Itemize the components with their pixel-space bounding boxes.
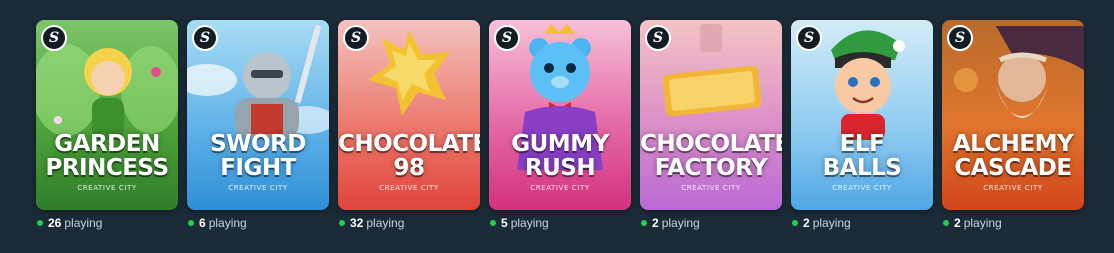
provider-logo-icon: S — [947, 25, 973, 51]
player-count-number: 2 — [954, 216, 961, 230]
player-count-label: playing — [208, 216, 247, 230]
game-card[interactable]: S GARDEN PRINCESS CREATIVE CITY — [36, 20, 178, 210]
player-count: 6 playing — [187, 216, 329, 230]
game-card[interactable]: S ALCHEMY CASCADE CREATIVE CITY — [942, 20, 1084, 210]
game-title: SWORD FIGHT — [210, 131, 306, 181]
player-count: 5 playing — [489, 216, 631, 230]
game-tile-sword-fight[interactable]: S SWORD FIGHT CREATIVE CITY 6 playing — [187, 20, 329, 230]
game-card[interactable]: S CHOCOLATE FACTORY CREATIVE CITY — [640, 20, 782, 210]
game-tile-garden-princess[interactable]: S GARDEN PRINCESS CREATIVE CITY 26 playi… — [36, 20, 178, 230]
provider-logo-icon: S — [494, 25, 520, 51]
player-count-label: playing — [661, 216, 700, 230]
provider-name: CREATIVE CITY — [530, 184, 590, 192]
player-count-number: 26 — [48, 216, 62, 230]
player-count: 26 playing — [36, 216, 178, 230]
game-card[interactable]: S CHOCOLATE 98 CREATIVE CITY — [338, 20, 480, 210]
provider-logo-icon: S — [343, 25, 369, 51]
provider-logo-icon: S — [192, 25, 218, 51]
provider-logo-icon: S — [645, 25, 671, 51]
provider-logo-icon: S — [41, 25, 67, 51]
player-count-number: 6 — [199, 216, 206, 230]
online-dot-icon — [188, 220, 194, 226]
player-count: 2 playing — [791, 216, 933, 230]
game-title: CHOCOLATE 98 — [338, 131, 480, 181]
online-dot-icon — [792, 220, 798, 226]
provider-name: CREATIVE CITY — [983, 184, 1043, 192]
provider-name: CREATIVE CITY — [228, 184, 288, 192]
game-card[interactable]: S GUMMY RUSH CREATIVE CITY — [489, 20, 631, 210]
game-title: ALCHEMY CASCADE — [952, 131, 1074, 181]
player-count-number: 5 — [501, 216, 508, 230]
player-count-label: playing — [963, 216, 1002, 230]
game-title: CHOCOLATE FACTORY — [640, 131, 782, 181]
online-dot-icon — [37, 220, 43, 226]
game-card[interactable]: S SWORD FIGHT CREATIVE CITY — [187, 20, 329, 210]
player-count: 2 playing — [942, 216, 1084, 230]
player-count-label: playing — [812, 216, 851, 230]
game-title: GARDEN PRINCESS — [45, 131, 169, 181]
provider-name: CREATIVE CITY — [681, 184, 741, 192]
player-count-label: playing — [510, 216, 549, 230]
player-count: 32 playing — [338, 216, 480, 230]
player-count-label: playing — [64, 216, 103, 230]
game-tile-chocolate-98[interactable]: S CHOCOLATE 98 CREATIVE CITY 32 playing — [338, 20, 480, 230]
provider-logo-icon: S — [796, 25, 822, 51]
game-row: S GARDEN PRINCESS CREATIVE CITY 26 playi… — [36, 20, 1084, 230]
game-tile-chocolate-factory[interactable]: S CHOCOLATE FACTORY CREATIVE CITY 2 play… — [640, 20, 782, 230]
online-dot-icon — [641, 220, 647, 226]
provider-name: CREATIVE CITY — [379, 184, 439, 192]
player-count: 2 playing — [640, 216, 782, 230]
online-dot-icon — [490, 220, 496, 226]
game-tile-alchemy-cascade[interactable]: S ALCHEMY CASCADE CREATIVE CITY 2 playin… — [942, 20, 1084, 230]
player-count-label: playing — [366, 216, 405, 230]
game-title: GUMMY RUSH — [511, 131, 609, 181]
game-card[interactable]: S ELF BALLS CREATIVE CITY — [791, 20, 933, 210]
online-dot-icon — [943, 220, 949, 226]
provider-name: CREATIVE CITY — [832, 184, 892, 192]
player-count-number: 32 — [350, 216, 364, 230]
player-count-number: 2 — [652, 216, 659, 230]
online-dot-icon — [339, 220, 345, 226]
game-tile-elf-balls[interactable]: S ELF BALLS CREATIVE CITY 2 playing — [791, 20, 933, 230]
game-tile-gummy-rush[interactable]: S GUMMY RUSH CREATIVE CITY 5 playing — [489, 20, 631, 230]
player-count-number: 2 — [803, 216, 810, 230]
provider-name: CREATIVE CITY — [77, 184, 137, 192]
game-title: ELF BALLS — [822, 131, 902, 181]
